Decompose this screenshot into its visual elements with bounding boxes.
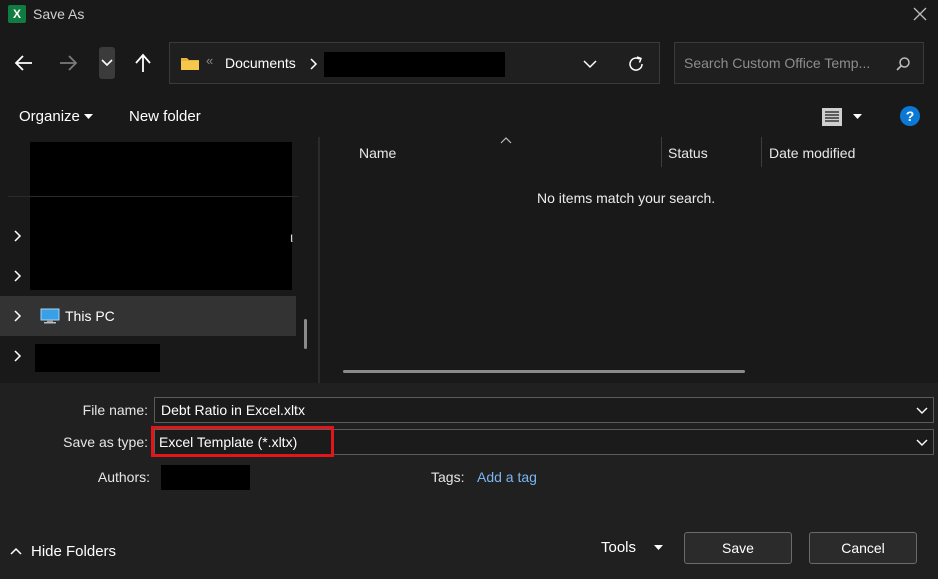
- caret-down-icon[interactable]: [84, 114, 93, 120]
- chevron-down-icon: [101, 59, 113, 67]
- expand-chevron-icon[interactable]: [14, 350, 22, 362]
- breadcrumb-documents[interactable]: Documents: [225, 55, 296, 71]
- file-name-value[interactable]: Debt Ratio in Excel.xltx: [161, 402, 305, 418]
- column-separator[interactable]: [661, 137, 662, 167]
- file-list-pane: Name Status Date modified No items match…: [320, 137, 938, 383]
- search-input[interactable]: [684, 55, 889, 71]
- column-header-date-modified[interactable]: Date modified: [769, 145, 855, 161]
- close-icon: [913, 7, 927, 21]
- view-options-icon[interactable]: [821, 107, 843, 127]
- expand-chevron-icon[interactable]: [14, 270, 22, 282]
- organize-button[interactable]: Organize: [19, 108, 80, 125]
- breadcrumb-chevron-icon[interactable]: [310, 58, 318, 70]
- save-button[interactable]: Save: [684, 532, 792, 564]
- column-header-name[interactable]: Name: [359, 145, 396, 161]
- computer-icon: [40, 308, 60, 324]
- sort-up-icon: [500, 137, 512, 144]
- close-button[interactable]: [902, 0, 938, 28]
- help-button[interactable]: ?: [900, 106, 920, 126]
- redacted-path: [324, 52, 505, 77]
- cancel-button[interactable]: Cancel: [809, 532, 917, 564]
- hide-folders-label: Hide Folders: [31, 543, 117, 560]
- caret-down-icon[interactable]: [654, 545, 663, 551]
- horizontal-scrollbar[interactable]: [343, 370, 745, 373]
- search-icon[interactable]: [895, 56, 911, 72]
- window-title: Save As: [33, 6, 85, 22]
- title-bar: X Save As: [0, 0, 938, 30]
- tags-label: Tags:: [431, 469, 465, 485]
- arrow-right-icon: [60, 55, 78, 71]
- add-tag-link[interactable]: Add a tag: [477, 469, 537, 485]
- nav-separator: [8, 196, 298, 197]
- new-folder-button[interactable]: New folder: [129, 108, 201, 125]
- file-name-field[interactable]: Debt Ratio in Excel.xltx: [154, 397, 934, 423]
- redacted-authors-value[interactable]: [161, 465, 250, 490]
- excel-app-icon: X: [8, 5, 26, 23]
- file-name-label: File name:: [82, 402, 148, 418]
- caret-down-icon[interactable]: [853, 114, 862, 120]
- arrow-up-icon: [135, 53, 151, 72]
- back-button[interactable]: [11, 50, 37, 76]
- refresh-icon[interactable]: [627, 55, 645, 73]
- navigation-pane: ι This PC: [0, 137, 318, 383]
- redacted-quick-access: [30, 142, 292, 290]
- save-form: File name: Debt Ratio in Excel.xltx Save…: [0, 383, 938, 579]
- highlight-box: [151, 426, 334, 457]
- arrow-left-icon: [14, 55, 32, 71]
- redacted-nav-item: [35, 344, 160, 372]
- empty-message: No items match your search.: [537, 190, 716, 206]
- expand-chevron-icon[interactable]: [14, 230, 22, 242]
- up-button[interactable]: [130, 50, 156, 76]
- nav-item-fragment: ι: [290, 229, 294, 245]
- column-header-status[interactable]: Status: [668, 145, 708, 161]
- nav-item-label: This PC: [65, 308, 115, 324]
- folder-icon: [181, 58, 199, 70]
- nav-item-this-pc[interactable]: This PC: [0, 296, 296, 336]
- expand-chevron-icon[interactable]: [14, 310, 22, 322]
- command-bar: Organize New folder ?: [0, 97, 938, 137]
- chevron-up-icon: [10, 547, 22, 555]
- chevron-down-icon[interactable]: [916, 407, 928, 415]
- authors-label: Authors:: [97, 469, 150, 485]
- forward-button[interactable]: [55, 50, 81, 76]
- address-bar[interactable]: « Documents: [169, 42, 660, 84]
- column-separator[interactable]: [761, 137, 762, 167]
- save-type-label: Save as type:: [63, 434, 148, 450]
- overflow-chevrons[interactable]: «: [206, 53, 213, 68]
- recent-locations-button[interactable]: [99, 47, 115, 79]
- chevron-down-icon[interactable]: [583, 60, 597, 69]
- chevron-down-icon[interactable]: [916, 439, 928, 447]
- tools-button[interactable]: Tools: [601, 539, 636, 556]
- nav-scrollbar[interactable]: [304, 319, 307, 349]
- search-box[interactable]: [674, 42, 924, 84]
